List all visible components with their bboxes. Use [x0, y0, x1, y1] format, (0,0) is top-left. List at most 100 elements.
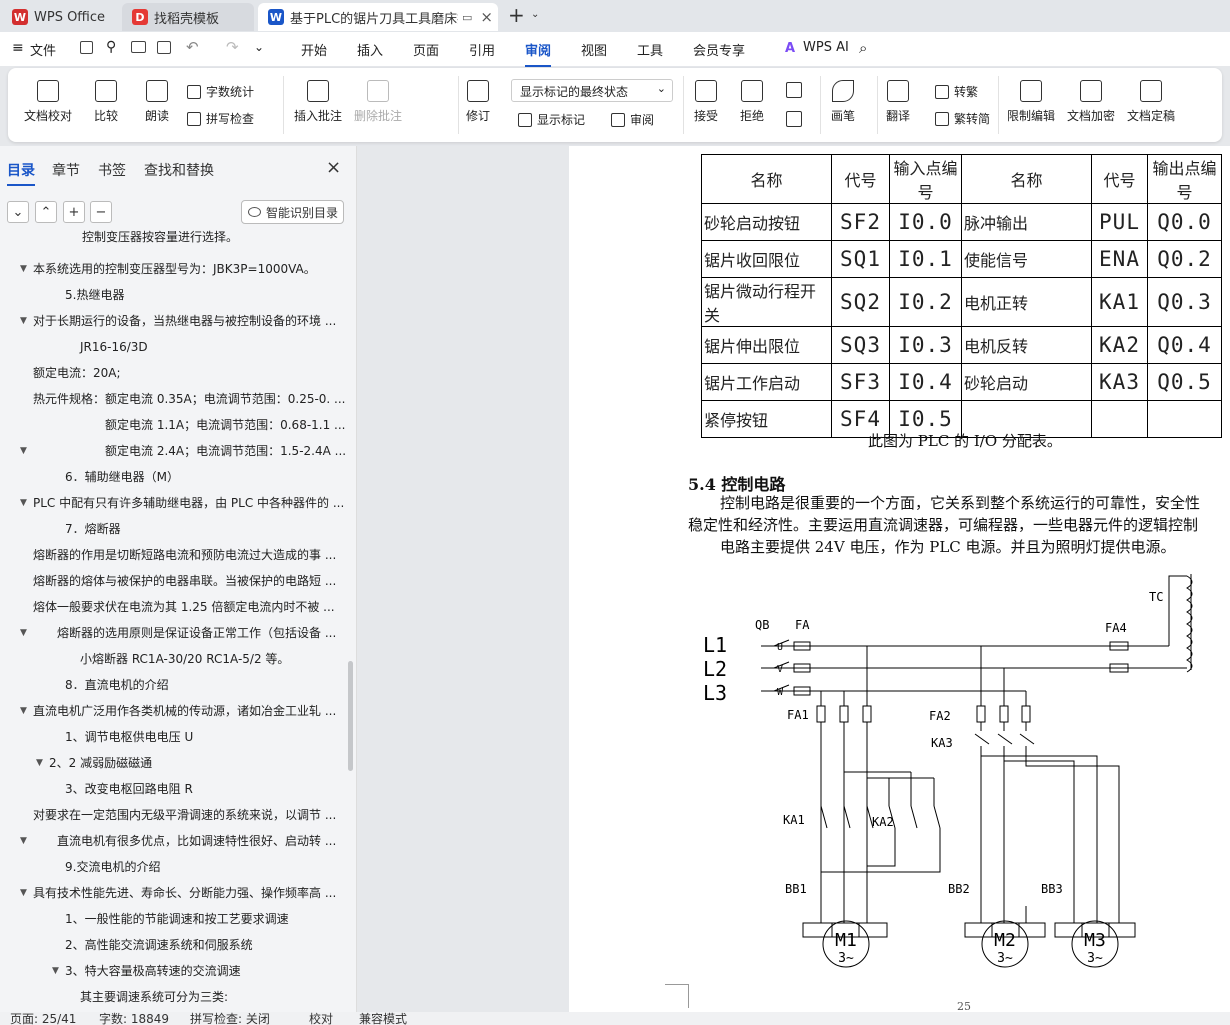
- restrict-edit-button[interactable]: 限制编辑: [1007, 80, 1055, 124]
- menu-file[interactable]: 文件: [30, 40, 56, 59]
- toc-expand-icon[interactable]: ▼: [20, 698, 27, 724]
- toc-item[interactable]: 2、高性能交流调速系统和伺服系统: [0, 932, 345, 958]
- quick-access-more-icon[interactable]: ⌄: [254, 40, 264, 54]
- undo-icon[interactable]: ↶: [186, 38, 199, 56]
- word-count-indicator[interactable]: 字数: 18849: [99, 1013, 169, 1025]
- finalize-button[interactable]: 文档定稿: [1127, 80, 1175, 124]
- monitor-icon[interactable]: ▭: [462, 11, 472, 24]
- toc-item[interactable]: ▼ 熔断器的选用原则是保证设备正常工作（包括设备 ...: [0, 620, 345, 646]
- toc-expand-icon[interactable]: ▼: [36, 750, 43, 776]
- new-tab-button[interactable]: +: [508, 3, 525, 27]
- menu-tools[interactable]: 工具: [637, 40, 663, 59]
- tab-wps-office[interactable]: W WPS Office: [2, 3, 117, 31]
- menu-wps-ai[interactable]: WPS AI: [803, 40, 849, 55]
- toc-item[interactable]: 热元件规格：额定电流 0.35A；电流调节范围：0.25-0. ...: [0, 386, 346, 412]
- toc-item[interactable]: ▼ 直流电机有很多优点，比如调速特性很好、启动转 ...: [0, 828, 345, 854]
- toc-item[interactable]: ▼ PLC 中配有只有许多辅助继电器，由 PLC 中各种器件的 ...: [0, 490, 345, 516]
- print-preview-icon[interactable]: [157, 41, 171, 54]
- word-count-button[interactable]: 字数统计: [187, 83, 254, 100]
- toc-expand-icon[interactable]: ▼: [20, 308, 27, 334]
- toc-expand-icon[interactable]: ▼: [20, 828, 27, 854]
- redo-icon[interactable]: ↷: [226, 38, 239, 56]
- reject-button[interactable]: 拒绝: [740, 80, 764, 124]
- save-icon[interactable]: [80, 41, 93, 54]
- toc-item[interactable]: 熔断器的熔体与被保护的电器串联。当被保护的电路短 ...: [0, 568, 345, 594]
- toc-expand-icon[interactable]: ▼: [20, 438, 27, 464]
- toc-item[interactable]: ▼ 对于长期运行的设备，当热继电器与被控制设备的环境 ...: [0, 308, 345, 334]
- menu-references[interactable]: 引用: [469, 40, 495, 59]
- toc-item[interactable]: 熔断器的作用是切断短路电流和预防电流过大造成的事 ...: [0, 542, 345, 568]
- toc-item[interactable]: 7．熔断器: [0, 516, 345, 542]
- toc-item[interactable]: JR16-16/3D: [0, 334, 345, 360]
- previous-change-icon[interactable]: [786, 82, 802, 98]
- close-tab-icon[interactable]: ×: [480, 8, 493, 26]
- menu-review[interactable]: 审阅: [525, 40, 552, 67]
- menu-view[interactable]: 视图: [581, 40, 607, 59]
- toc-item[interactable]: ▼ 额定电流 2.4A；电流调节范围：1.5-2.4A ...: [0, 438, 346, 464]
- chevron-down-icon[interactable]: ⌄: [531, 9, 539, 20]
- document-page[interactable]: 名称 代号 输入点编号 名称 代号 输出点编号 砂轮启动按钮 SF2 I0.0 脉冲输出 PUL Q0…: [569, 146, 1230, 1012]
- toc-expand-icon[interactable]: ▼: [20, 256, 27, 282]
- tab-chapters[interactable]: 章节: [52, 160, 80, 180]
- toc-item[interactable]: 小熔断器 RC1A-30/20 RC1A-5/2 等。: [0, 646, 345, 672]
- toc-item[interactable]: ▼ 2、2 减弱励磁磁通: [0, 750, 345, 776]
- menu-member[interactable]: 会员专享: [693, 40, 745, 59]
- toc-expand-icon[interactable]: ▼: [52, 958, 59, 984]
- toc-item[interactable]: 控制变压器按容量进行选择。: [0, 224, 345, 250]
- toc-item[interactable]: 6．辅助继电器（M）: [0, 464, 345, 490]
- spell-check-button[interactable]: 拼写检查: [187, 110, 254, 127]
- toc-item[interactable]: 1、一般性能的节能调速和按工艺要求调速: [0, 906, 345, 932]
- toc-item[interactable]: ▼ 具有技术性能先进、寿命长、分断能力强、操作频率高 ...: [0, 880, 345, 906]
- to-traditional-button[interactable]: 转繁: [935, 83, 978, 100]
- show-markup-button[interactable]: 显示标记: [518, 111, 585, 128]
- delete-comment-button[interactable]: 删除批注: [354, 80, 402, 124]
- toc-item[interactable]: 1、调节电枢供电电压 U: [0, 724, 345, 750]
- toc-item[interactable]: 8．直流电机的介绍: [0, 672, 345, 698]
- page-indicator[interactable]: 页面: 25/41: [10, 1013, 76, 1025]
- smart-toc-button[interactable]: 智能识别目录: [241, 200, 344, 224]
- close-pane-icon[interactable]: ×: [326, 157, 341, 178]
- toc-expand-icon[interactable]: ▼: [20, 490, 27, 516]
- search-icon[interactable]: ⌕: [859, 39, 867, 57]
- toc-item[interactable]: ▼ 本系统选用的控制变压器型号为：JBK3P=1000VA。: [0, 256, 345, 282]
- track-changes-button[interactable]: 修订: [466, 80, 490, 124]
- review-pane-button[interactable]: 审阅: [611, 111, 654, 128]
- menu-insert[interactable]: 插入: [357, 40, 383, 59]
- toc-item[interactable]: ▼ 直流电机广泛用作各类机械的传动源，诸如冶金工业轧 ...: [0, 698, 345, 724]
- spell-check-status[interactable]: 拼写检查: 关闭: [190, 1013, 270, 1025]
- menu-page[interactable]: 页面: [413, 40, 439, 59]
- tab-find-replace[interactable]: 查找和替换: [144, 160, 214, 180]
- toc-expand-icon[interactable]: ▼: [20, 620, 27, 646]
- collapse-all-button[interactable]: ⌄: [7, 201, 29, 223]
- menu-home[interactable]: 开始: [301, 40, 327, 59]
- next-change-icon[interactable]: [786, 111, 802, 127]
- toc-item[interactable]: 3、改变电枢回路电阻 R: [0, 776, 345, 802]
- tab-docer[interactable]: D 找稻壳模板: [122, 3, 254, 31]
- encrypt-button[interactable]: 文档加密: [1067, 80, 1115, 124]
- translate-button[interactable]: 翻译: [886, 80, 910, 124]
- toc-item[interactable]: 额定电流 1.1A；电流调节范围：0.68-1.1 ...: [0, 412, 346, 438]
- remove-heading-button[interactable]: −: [90, 201, 112, 223]
- to-simplified-button[interactable]: 繁转简: [935, 110, 990, 127]
- tab-document[interactable]: W 基于PLC的锯片刀具工具磨床控 ▭ ×: [258, 3, 498, 31]
- toc-item[interactable]: ▼ 3、特大容量极高转速的交流调速: [0, 958, 345, 984]
- proofread-status[interactable]: 校对: [309, 1013, 333, 1025]
- accept-button[interactable]: 接受: [694, 80, 718, 124]
- link-icon[interactable]: ⚲: [106, 39, 116, 55]
- toc-expand-icon[interactable]: ▼: [20, 880, 27, 906]
- read-aloud-button[interactable]: 朗读: [145, 80, 169, 124]
- hamburger-icon[interactable]: ≡: [12, 40, 24, 56]
- print-icon[interactable]: [131, 41, 146, 53]
- tab-bookmarks[interactable]: 书签: [98, 160, 126, 180]
- tab-toc[interactable]: 目录: [7, 160, 35, 186]
- add-heading-button[interactable]: +: [63, 201, 85, 223]
- insert-comment-button[interactable]: 插入批注: [294, 80, 342, 124]
- scrollbar[interactable]: [348, 661, 353, 771]
- markup-state-dropdown[interactable]: 显示标记的最终状态 ⌄: [511, 79, 673, 102]
- toc-item[interactable]: 其主要调速系统可分为三类:: [0, 984, 345, 1010]
- toc-item[interactable]: 对要求在一定范围内无级平滑调速的系统来说，以调节 ...: [0, 802, 345, 828]
- proofread-button[interactable]: 文档校对: [24, 80, 72, 124]
- toc-item[interactable]: 5.热继电器: [0, 282, 345, 308]
- expand-up-button[interactable]: ⌃: [35, 201, 57, 223]
- toc-item[interactable]: 熔体一般要求伏在电流为其 1.25 倍额定电流内时不被 ...: [0, 594, 345, 620]
